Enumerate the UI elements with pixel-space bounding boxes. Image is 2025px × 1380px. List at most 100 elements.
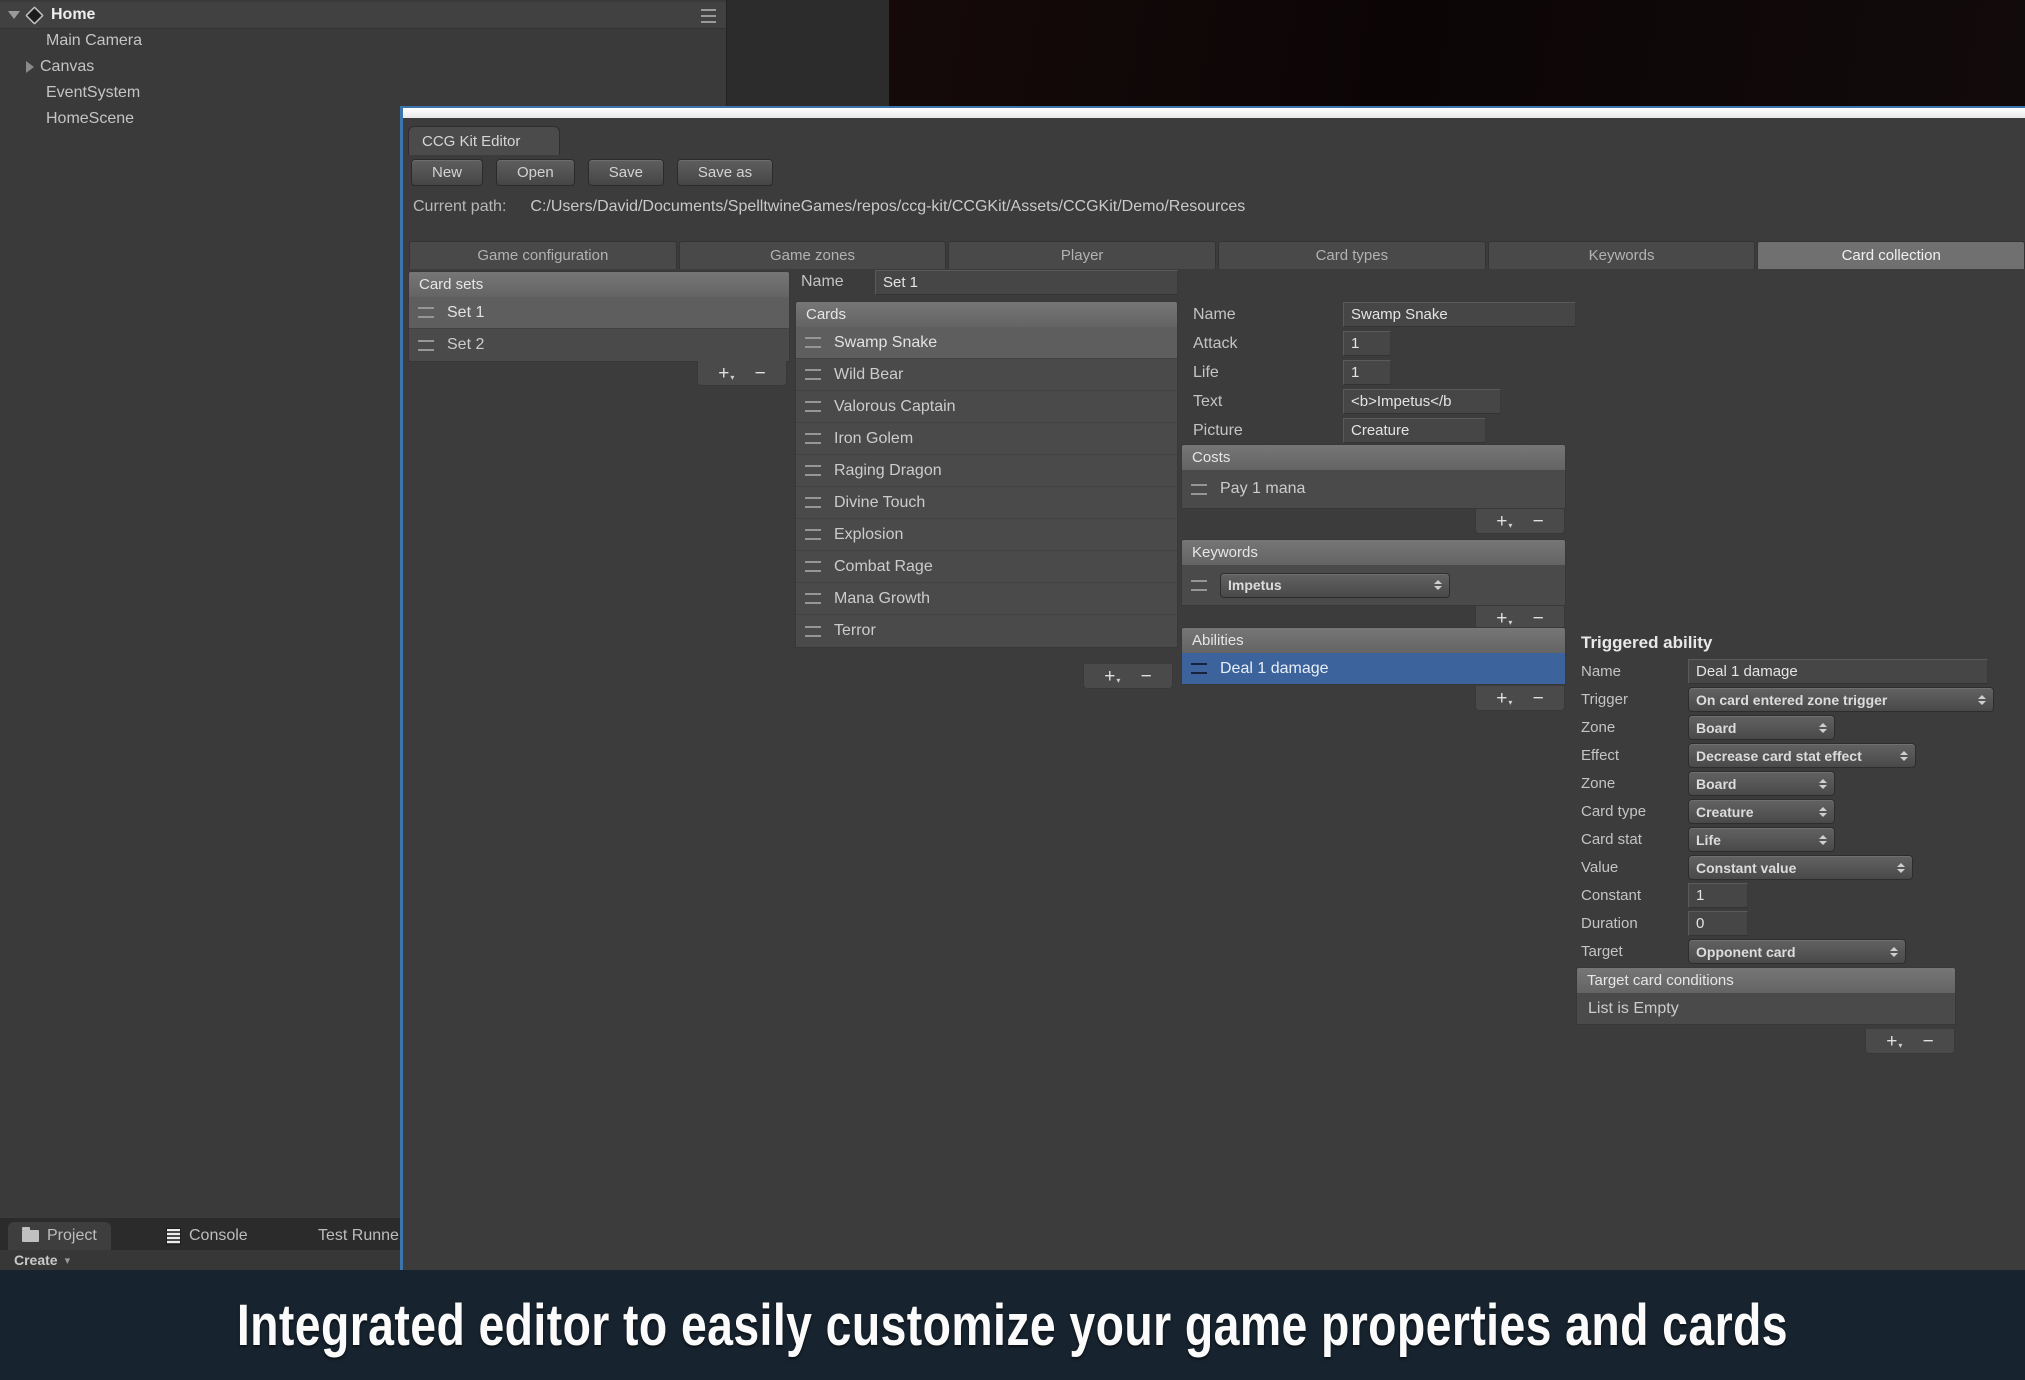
ability-item[interactable]: Deal 1 damage <box>1182 653 1565 684</box>
hierarchy-item-canvas[interactable]: Canvas <box>0 54 726 80</box>
trigger-dropdown[interactable]: On card entered zone trigger <box>1688 687 1994 712</box>
expand-triangle-icon[interactable] <box>8 11 20 19</box>
card-sets-header: Card sets <box>408 271 790 297</box>
tab-project[interactable]: Project <box>8 1222 111 1250</box>
drag-handle-icon[interactable] <box>805 433 821 444</box>
value-dropdown[interactable]: Constant value <box>1688 855 1913 880</box>
set-name-label: Name <box>801 273 875 291</box>
ability-name-field[interactable] <box>1688 659 1988 684</box>
remove-card-set-button[interactable]: − <box>755 364 766 383</box>
card-item[interactable]: Mana Growth <box>796 583 1177 615</box>
card-type-dropdown[interactable]: Creature <box>1688 799 1835 824</box>
card-item[interactable]: Iron Golem <box>796 423 1177 455</box>
tab-game-configuration[interactable]: Game configuration <box>409 241 677 269</box>
card-item[interactable]: Terror <box>796 615 1177 647</box>
card-sets-list-footer: +▾ − <box>697 361 787 386</box>
effect-dropdown[interactable]: Decrease card stat effect <box>1688 743 1916 768</box>
drag-handle-icon[interactable] <box>805 561 821 572</box>
caption-text: Integrated editor to easily customize yo… <box>237 1292 1788 1359</box>
cost-item[interactable]: Pay 1 mana <box>1182 470 1565 508</box>
card-item[interactable]: Combat Rage <box>796 551 1177 583</box>
remove-condition-button[interactable]: − <box>1923 1032 1934 1051</box>
game-view <box>889 0 2025 107</box>
add-cost-button[interactable]: +▾ <box>1496 512 1512 531</box>
hierarchy-item-eventsystem[interactable]: EventSystem <box>0 80 726 106</box>
target-dropdown[interactable]: Opponent card <box>1688 939 1906 964</box>
card-picture-field[interactable] <box>1343 418 1486 443</box>
editor-window-tab[interactable]: CCG Kit Editor <box>408 126 560 155</box>
drag-handle-icon[interactable] <box>1191 580 1207 591</box>
costs-panel: Costs Pay 1 mana <box>1181 444 1566 509</box>
dropdown-arrows-icon <box>1900 751 1908 761</box>
card-text-row: Text <box>1193 389 1501 414</box>
card-attack-field[interactable] <box>1343 331 1391 356</box>
scene-name: Home <box>51 6 95 24</box>
card-item[interactable]: Divine Touch <box>796 487 1177 519</box>
constant-field[interactable] <box>1688 883 1748 908</box>
save-as-button[interactable]: Save as <box>677 159 773 186</box>
tab-card-types[interactable]: Card types <box>1218 241 1486 269</box>
drag-handle-icon[interactable] <box>805 593 821 604</box>
costs-list-footer: +▾ − <box>1475 509 1565 534</box>
tab-player[interactable]: Player <box>948 241 1216 269</box>
hierarchy-scene-row[interactable]: Home <box>0 2 726 29</box>
remove-card-button[interactable]: − <box>1141 667 1152 686</box>
drag-handle-icon[interactable] <box>805 529 821 540</box>
target-conditions-header: Target card conditions <box>1576 967 1956 993</box>
zone-dropdown[interactable]: Board <box>1688 715 1835 740</box>
save-button[interactable]: Save <box>588 159 664 186</box>
add-keyword-button[interactable]: +▾ <box>1496 609 1512 628</box>
drag-handle-icon[interactable] <box>805 337 821 348</box>
card-stat-dropdown[interactable]: Life <box>1688 827 1835 852</box>
add-card-set-button[interactable]: +▾ <box>718 364 734 383</box>
add-ability-button[interactable]: +▾ <box>1496 689 1512 708</box>
window-title-strip <box>403 108 2025 118</box>
drag-handle-icon[interactable] <box>1191 663 1207 674</box>
drag-handle-icon[interactable] <box>418 340 434 351</box>
remove-keyword-button[interactable]: − <box>1533 609 1544 628</box>
card-set-item[interactable]: Set 1 <box>409 297 789 329</box>
set-name-field[interactable] <box>875 270 1178 295</box>
drag-handle-icon[interactable] <box>805 626 821 637</box>
drag-handle-icon[interactable] <box>1191 484 1207 495</box>
card-item[interactable]: Swamp Snake <box>796 327 1177 359</box>
drag-handle-icon[interactable] <box>805 401 821 412</box>
drag-handle-icon[interactable] <box>805 369 821 380</box>
duration-field[interactable] <box>1688 911 1748 936</box>
dropdown-arrows-icon <box>1819 807 1827 817</box>
tab-keywords[interactable]: Keywords <box>1488 241 1756 269</box>
open-button[interactable]: Open <box>496 159 575 186</box>
card-sets-list: Set 1 Set 2 <box>408 297 790 362</box>
tab-game-zones[interactable]: Game zones <box>679 241 947 269</box>
panel-menu-icon[interactable] <box>701 9 716 23</box>
drag-handle-icon[interactable] <box>805 465 821 476</box>
add-condition-button[interactable]: +▾ <box>1886 1032 1902 1051</box>
card-item[interactable]: Wild Bear <box>796 359 1177 391</box>
card-item[interactable]: Valorous Captain <box>796 391 1177 423</box>
tab-test-runner[interactable]: Test Runner <box>318 1222 400 1250</box>
keyword-item[interactable]: Impetus <box>1182 565 1565 605</box>
new-button[interactable]: New <box>411 159 483 186</box>
hierarchy-item-main-camera[interactable]: Main Camera <box>0 28 726 54</box>
add-card-button[interactable]: +▾ <box>1104 667 1120 686</box>
card-item[interactable]: Raging Dragon <box>796 455 1177 487</box>
card-life-field[interactable] <box>1343 360 1391 385</box>
card-text-field[interactable] <box>1343 389 1501 414</box>
create-button[interactable]: Create <box>14 1252 58 1268</box>
card-set-item[interactable]: Set 2 <box>409 329 789 361</box>
collapse-triangle-icon[interactable] <box>26 61 34 73</box>
drag-handle-icon[interactable] <box>805 497 821 508</box>
tab-console[interactable]: Console <box>166 1222 248 1250</box>
card-item[interactable]: Explosion <box>796 519 1177 551</box>
keyword-dropdown[interactable]: Impetus <box>1220 573 1450 598</box>
drag-handle-icon[interactable] <box>418 307 434 318</box>
remove-ability-button[interactable]: − <box>1533 689 1544 708</box>
cards-list-footer: +▾ − <box>1083 664 1173 689</box>
remove-cost-button[interactable]: − <box>1533 512 1544 531</box>
current-path-value: C:/Users/David/Documents/SpelltwineGames… <box>530 198 1245 216</box>
ability-zone-row: Zone Board <box>1581 715 1835 740</box>
zone2-dropdown[interactable]: Board <box>1688 771 1835 796</box>
card-name-field[interactable] <box>1343 302 1576 327</box>
tab-card-collection[interactable]: Card collection <box>1757 241 2025 269</box>
cards-panel: Cards Swamp Snake Wild Bear Valorous Cap… <box>795 301 1178 648</box>
